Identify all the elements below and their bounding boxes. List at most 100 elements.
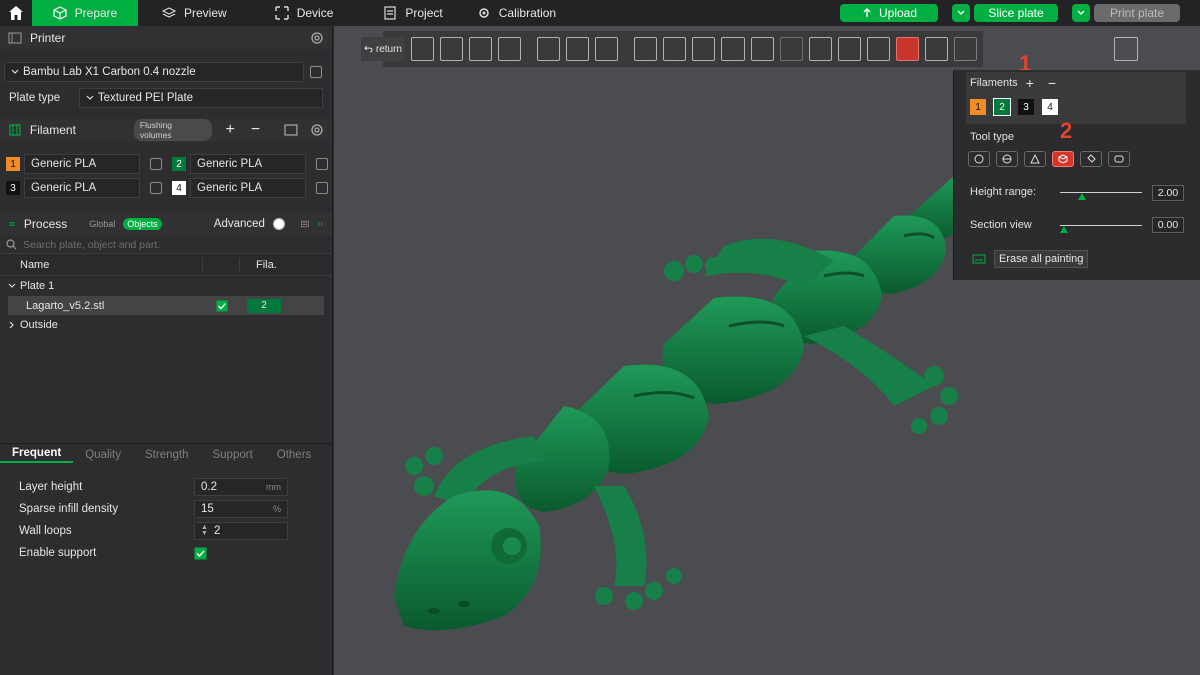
infill-input[interactable]: 15 %	[194, 500, 288, 518]
filament-slot-4[interactable]: 4 Generic PLA	[172, 178, 338, 198]
plate-type-select[interactable]: Textured PEI Plate	[78, 88, 323, 108]
filament-select[interactable]: Generic PLA	[24, 178, 140, 198]
scale-icon[interactable]	[692, 37, 716, 61]
lay-on-face-icon[interactable]	[721, 37, 745, 61]
split-parts-icon[interactable]	[595, 37, 619, 61]
slice-dropdown-button[interactable]	[952, 4, 970, 22]
tab-project[interactable]: Project	[373, 0, 452, 26]
triangle-tool-icon[interactable]	[1024, 151, 1046, 167]
edit-printer-icon[interactable]	[310, 66, 322, 78]
tab-frequent[interactable]: Frequent	[0, 447, 74, 463]
add-filament-icon[interactable]: +	[226, 121, 235, 139]
fill-tool-icon[interactable]	[1080, 151, 1102, 167]
advanced-toggle[interactable]	[272, 218, 286, 230]
sphere-tool-icon[interactable]	[996, 151, 1018, 167]
enable-support-label: Enable support	[19, 547, 97, 559]
sync-filament-icon[interactable]	[284, 124, 298, 136]
return-button[interactable]: return	[361, 37, 405, 61]
printer-settings-icon[interactable]	[310, 31, 324, 45]
tab-device[interactable]: Device	[265, 0, 344, 26]
slice-plate-button[interactable]: Slice plate	[974, 4, 1058, 22]
remove-filament-icon[interactable]: −	[1048, 75, 1056, 91]
height-range-input[interactable]: 2.00	[1152, 185, 1184, 201]
filament-select[interactable]: Generic PLA	[24, 154, 140, 174]
tab-preview[interactable]: Preview	[152, 0, 237, 26]
filament-swatch-4[interactable]: 4	[1042, 99, 1058, 115]
flushing-volumes-button[interactable]: Flushing volumes	[133, 119, 212, 141]
tab-quality[interactable]: Quality	[73, 449, 133, 461]
tab-prepare[interactable]: Prepare	[32, 0, 138, 26]
auto-orient-icon[interactable]	[469, 37, 493, 61]
section-view-slider[interactable]	[1060, 225, 1142, 226]
object-search[interactable]: Search plate, object and part.	[0, 236, 332, 254]
rotate-icon[interactable]	[663, 37, 687, 61]
print-dropdown-button[interactable]	[1072, 4, 1090, 22]
filament-swatch-3[interactable]: 3	[1018, 99, 1034, 115]
height-range-slider[interactable]	[1060, 192, 1142, 193]
filament-slot-3[interactable]: 3 Generic PLA	[6, 178, 172, 198]
edit-filament-icon[interactable]	[316, 182, 328, 194]
filaments-header: Filaments + −	[970, 75, 1056, 91]
height-range-slider-thumb[interactable]	[1078, 193, 1086, 200]
section-view-input[interactable]: 0.00	[1152, 217, 1184, 233]
outside-row[interactable]: Outside	[0, 315, 332, 335]
arrange-icon[interactable]	[498, 37, 522, 61]
filament-slot-2[interactable]: 2 Generic PLA	[172, 154, 338, 174]
tab-others[interactable]: Others	[265, 449, 324, 461]
edit-filament-icon[interactable]	[316, 158, 328, 170]
move-icon[interactable]	[634, 37, 658, 61]
print-plate-button[interactable]: Print plate	[1094, 4, 1180, 22]
section-view-slider-thumb[interactable]	[1060, 226, 1068, 233]
height-range-tool-icon[interactable]	[1052, 151, 1074, 167]
support-paint-icon[interactable]	[808, 37, 832, 61]
object-row[interactable]: Lagarto_v5.2.stl 2	[8, 296, 324, 315]
add-object-icon[interactable]	[411, 37, 435, 61]
wall-loops-stepper[interactable]: ▲ ▼ 2	[194, 522, 288, 540]
boolean-icon[interactable]	[779, 37, 803, 61]
gap-fill-tool-icon[interactable]	[1108, 151, 1130, 167]
layer-height-input[interactable]: 0.2 mm	[194, 478, 288, 496]
filament-select[interactable]: Generic PLA	[190, 178, 306, 198]
text-icon[interactable]	[866, 37, 890, 61]
filament-swatch-2[interactable]: 2	[993, 98, 1011, 116]
grid-icon[interactable]	[440, 37, 464, 61]
filament-swatch-1[interactable]: 1	[970, 99, 986, 115]
plate-icon[interactable]	[537, 37, 561, 61]
seam-paint-icon[interactable]	[837, 37, 861, 61]
filament-settings-icon[interactable]	[310, 123, 324, 137]
return-label: return	[375, 43, 402, 55]
filament-select[interactable]: Generic PLA	[190, 154, 306, 174]
upload-button[interactable]: Upload	[840, 4, 938, 22]
filament-slot-1[interactable]: 1 Generic PLA	[6, 154, 172, 174]
color-paint-icon[interactable]	[895, 37, 919, 61]
tab-strength[interactable]: Strength	[133, 449, 200, 461]
tab-calibration[interactable]: Calibration	[467, 0, 566, 26]
enable-support-checkbox[interactable]	[194, 547, 207, 560]
grid-view-icon[interactable]	[317, 218, 324, 230]
tab-support[interactable]: Support	[200, 449, 264, 461]
visible-check-icon[interactable]	[216, 300, 228, 312]
circle-tool-icon[interactable]	[968, 151, 990, 167]
remove-filament-icon[interactable]: −	[251, 121, 260, 139]
view-mode-icon[interactable]	[1114, 37, 1138, 61]
plate-row[interactable]: Plate 1	[0, 276, 332, 296]
edit-filament-icon[interactable]	[150, 182, 162, 194]
stepper-icon[interactable]: ▲ ▼	[201, 524, 208, 537]
split-objects-icon[interactable]	[566, 37, 590, 61]
object-filament[interactable]: 2	[247, 298, 281, 313]
measure-icon[interactable]	[924, 37, 948, 61]
add-filament-icon[interactable]: +	[1026, 75, 1034, 91]
process-global-toggle[interactable]: Global	[89, 219, 115, 229]
erase-all-painting-button[interactable]: Erase all painting	[994, 250, 1089, 268]
list-view-icon[interactable]	[301, 218, 309, 230]
cut-icon[interactable]	[750, 37, 774, 61]
edit-filament-icon[interactable]	[150, 158, 162, 170]
assembly-icon[interactable]	[953, 37, 977, 61]
filament-title: Filament	[29, 123, 76, 137]
layer-height-unit: mm	[266, 482, 281, 492]
process-objects-toggle[interactable]: Objects	[123, 218, 162, 230]
upload-label: Upload	[878, 6, 918, 20]
printer-model-select[interactable]: Bambu Lab X1 Carbon 0.4 nozzle	[4, 62, 304, 82]
home-button[interactable]	[0, 0, 32, 26]
wall-loops-value: 2	[213, 525, 221, 537]
